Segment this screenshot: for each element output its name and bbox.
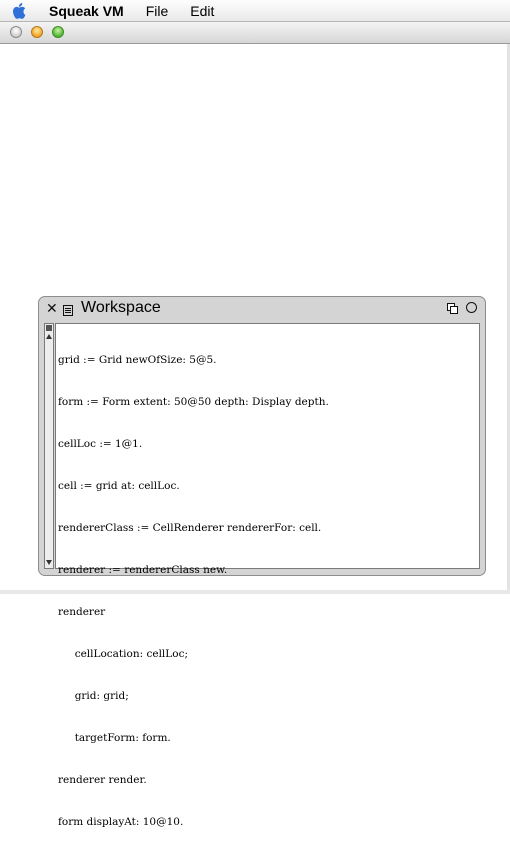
code-line: cellLoc := 1@1. (58, 438, 143, 450)
scroll-menu-button[interactable] (46, 325, 52, 331)
menu-edit[interactable]: Edit (190, 3, 214, 19)
code-line: cellLocation: cellLoc; (58, 648, 188, 660)
workspace-text-pane[interactable]: grid := Grid newOfSize: 5@5. form := For… (55, 323, 480, 828)
vertical-scrollbar[interactable] (44, 323, 54, 569)
menu-file[interactable]: File (146, 3, 169, 19)
workspace-titlebar[interactable]: ✕ Workspace (39, 297, 485, 321)
scroll-down-arrow-icon[interactable] (46, 560, 52, 565)
code-line: grid: grid; (58, 690, 129, 702)
code-line: cell := grid at: cellLoc. (58, 480, 180, 492)
window-minimize-button[interactable] (31, 26, 43, 38)
code-line: form displayAt: 10@10. (58, 816, 184, 828)
expand-icon[interactable] (466, 302, 477, 313)
workspace-title: Workspace (81, 299, 161, 316)
code-line: form := Form extent: 50@50 depth: Displa… (58, 396, 329, 408)
code-line: renderer (58, 606, 106, 618)
workspace-window[interactable]: ✕ Workspace grid := Grid newOfSize: 5@5.… (38, 296, 486, 828)
window-zoom-button[interactable] (52, 26, 64, 38)
window-menu-icon[interactable] (63, 303, 73, 316)
scroll-up-arrow-icon[interactable] (46, 334, 52, 339)
code-line: rendererClass := CellRenderer rendererFo… (58, 522, 322, 534)
apple-icon[interactable] (11, 2, 29, 20)
code-line: renderer := rendererClass new. (58, 564, 228, 576)
close-icon[interactable]: ✕ (46, 301, 58, 317)
code-line: renderer render. (58, 774, 147, 786)
collapse-icon[interactable] (447, 302, 459, 314)
window-close-button[interactable] (10, 26, 22, 38)
code-line: targetForm: form. (58, 732, 171, 744)
menu-app-name[interactable]: Squeak VM (49, 3, 124, 19)
menu-bar: Squeak VM File Edit (0, 0, 510, 22)
code-line: grid := Grid newOfSize: 5@5. (58, 354, 217, 366)
window-titlebar (0, 22, 510, 44)
